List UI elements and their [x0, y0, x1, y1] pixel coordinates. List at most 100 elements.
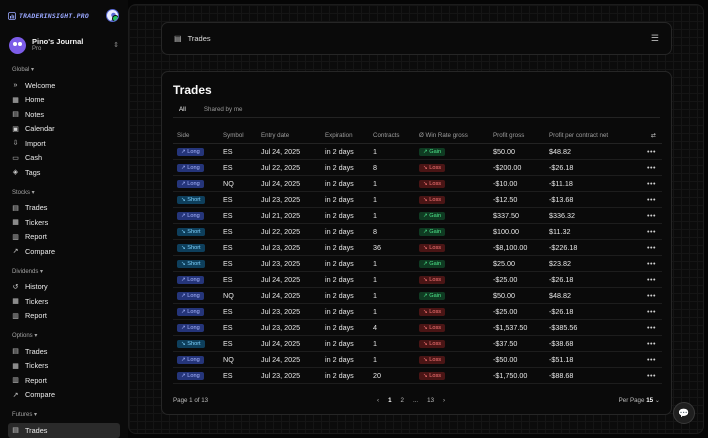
table-row[interactable]: ↘ Short ES Jul 24, 2025 in 2 days 1 ↘ Loss -$3…: [173, 335, 662, 352]
sidebar-item-notes[interactable]: ▤ Notes: [8, 107, 120, 122]
result-badge: ↘ Loss: [419, 196, 446, 204]
side-badge: ↘ Short: [177, 244, 205, 252]
cell-profit-gross: $50.00: [489, 143, 545, 160]
table-row[interactable]: ↗ Long ES Jul 21, 2025 in 2 days 1 ↗ Gain $337…: [173, 207, 662, 224]
sidebar-section-header[interactable]: Futures ▾: [0, 408, 128, 423]
cell-profit-gross: -$8,100.00: [489, 239, 545, 256]
cell-entry-date: Jul 21, 2025: [257, 207, 321, 224]
result-badge: ↗ Gain: [419, 212, 446, 220]
row-menu-icon[interactable]: •••: [635, 223, 662, 240]
table-row[interactable]: ↘ Short ES Jul 23, 2025 in 2 days 1 ↗ Gain $25…: [173, 255, 662, 272]
col-expiration[interactable]: Expiration: [321, 129, 369, 144]
sidebar-item-welcome[interactable]: » Welcome: [8, 78, 120, 93]
sidebar-item-calendar[interactable]: ▣ Calendar: [8, 122, 120, 137]
table-row[interactable]: ↗ Long NQ Jul 24, 2025 in 2 days 1 ↗ Gain $50.…: [173, 287, 662, 304]
row-menu-icon[interactable]: •••: [635, 207, 662, 224]
sidebar-item-history[interactable]: ↺ History: [8, 280, 120, 295]
col-win-rate[interactable]: Ø Win Rate gross: [415, 129, 489, 144]
per-page-select[interactable]: Per Page 15 ⌄: [619, 397, 660, 404]
col-symbol[interactable]: Symbol: [219, 129, 257, 144]
sidebar-item-compare[interactable]: ↗ Compare: [8, 388, 120, 403]
sidebar-item-tickers[interactable]: ▦ Tickers: [8, 215, 120, 230]
column-settings-icon[interactable]: ⇄: [635, 129, 662, 144]
row-menu-icon[interactable]: •••: [635, 255, 662, 272]
page-button[interactable]: 1: [388, 397, 391, 404]
cell-expiration: in 2 days: [321, 367, 369, 384]
row-menu-icon[interactable]: •••: [635, 239, 662, 256]
sidebar-section-header[interactable]: Dividends ▾: [0, 265, 128, 280]
cell-profit-per-contract: -$26.18: [545, 271, 635, 288]
table-row[interactable]: ↗ Long ES Jul 23, 2025 in 2 days 1 ↘ Loss -$25…: [173, 303, 662, 320]
chat-support-button[interactable]: 💬: [673, 402, 695, 424]
row-menu-icon[interactable]: •••: [635, 271, 662, 288]
table-row[interactable]: ↘ Short ES Jul 23, 2025 in 2 days 1 ↘ Loss -$1…: [173, 191, 662, 208]
sidebar-item-tickers[interactable]: ▦ Tickers: [8, 294, 120, 309]
sidebar-item-trades[interactable]: ▤ Trades: [8, 423, 120, 438]
page-indicator: Page 1 of 13: [173, 396, 209, 404]
journal-avatar: [9, 36, 26, 54]
sidebar-item-trades[interactable]: ▤ Trades: [8, 201, 120, 216]
row-menu-icon[interactable]: •••: [635, 303, 662, 320]
page-button[interactable]: 13: [427, 397, 434, 404]
table-row[interactable]: ↘ Short ES Jul 22, 2025 in 2 days 8 ↗ Gain $10…: [173, 223, 662, 240]
table-row[interactable]: ↗ Long ES Jul 23, 2025 in 2 days 4 ↘ Loss -$1,…: [173, 319, 662, 336]
sidebar-item-cash[interactable]: ▭ Cash: [8, 151, 120, 166]
trades-icon: ▤: [12, 348, 19, 356]
sidebar-item-compare[interactable]: ↗ Compare: [8, 244, 120, 259]
sidebar-item-home[interactable]: ▦ Home: [8, 93, 120, 108]
sidebar-item-label: Tickers: [25, 361, 49, 371]
sidebar-item-tags[interactable]: ◈ Tags: [8, 165, 120, 180]
sidebar-item-tickers[interactable]: ▦ Tickers: [8, 359, 120, 374]
per-page-label: Per Page: [618, 396, 645, 404]
col-profit-gross[interactable]: Profit gross: [489, 129, 545, 144]
journal-switcher[interactable]: Pino's Journal Pro ⇕: [9, 35, 119, 55]
cell-entry-date: Jul 23, 2025: [257, 255, 321, 272]
cell-symbol: NQ: [219, 287, 257, 304]
table-row[interactable]: ↗ Long ES Jul 22, 2025 in 2 days 8 ↘ Loss -$20…: [173, 159, 662, 176]
sidebar-item-report[interactable]: ▥ Report: [8, 373, 120, 388]
sidebar-item-label: Cash: [25, 153, 43, 163]
table-row[interactable]: ↗ Long ES Jul 23, 2025 in 2 days 20 ↘ Loss -$1…: [173, 367, 662, 384]
trades-title: Trades: [173, 83, 212, 97]
row-menu-icon[interactable]: •••: [635, 159, 662, 176]
filter-icon[interactable]: ☰: [651, 33, 659, 44]
chevron-left-icon[interactable]: ‹: [377, 397, 379, 404]
tabs-divider: [173, 117, 660, 118]
cell-symbol: NQ: [219, 351, 257, 368]
sidebar-section-header[interactable]: Options ▾: [0, 329, 128, 344]
row-menu-icon[interactable]: •••: [635, 191, 662, 208]
result-badge: ↘ Loss: [419, 180, 446, 188]
table-row[interactable]: ↗ Long ES Jul 24, 2025 in 2 days 1 ↘ Loss -$25…: [173, 271, 662, 288]
col-side[interactable]: Side: [173, 129, 219, 144]
sidebar-item-trades[interactable]: ▤ Trades: [8, 344, 120, 359]
table-row[interactable]: ↘ Short ES Jul 23, 2025 in 2 days 36 ↘ Loss -$…: [173, 239, 662, 256]
row-menu-icon[interactable]: •••: [635, 351, 662, 368]
side-badge: ↗ Long: [177, 372, 204, 380]
row-menu-icon[interactable]: •••: [635, 367, 662, 384]
table-row[interactable]: ↗ Long NQ Jul 24, 2025 in 2 days 1 ↘ Loss -$10…: [173, 175, 662, 192]
col-profit-per-contract[interactable]: Profit per contract net: [545, 129, 635, 144]
row-menu-icon[interactable]: •••: [635, 335, 662, 352]
chevron-right-icon[interactable]: ›: [443, 397, 445, 404]
sidebar-item-import[interactable]: ⇩ Import: [8, 136, 120, 151]
table-row[interactable]: ↗ Long ES Jul 24, 2025 in 2 days 1 ↗ Gain $50.…: [173, 143, 662, 160]
sidebar-section-header[interactable]: Stocks ▾: [0, 186, 128, 201]
row-menu-icon[interactable]: •••: [635, 143, 662, 160]
sidebar-item-report[interactable]: ▥ Report: [8, 230, 120, 245]
table-row[interactable]: ↗ Long NQ Jul 24, 2025 in 2 days 1 ↘ Loss -$50…: [173, 351, 662, 368]
brand-logo[interactable]: TRADERINSIGHT.PRO: [8, 10, 89, 22]
cell-win-rate: ↘ Loss: [415, 367, 489, 384]
sidebar-section-header[interactable]: Global ▾: [0, 63, 128, 78]
sidebar-item-report[interactable]: ▥ Report: [8, 309, 120, 324]
row-menu-icon[interactable]: •••: [635, 319, 662, 336]
row-menu-icon[interactable]: •••: [635, 175, 662, 192]
col-contracts[interactable]: Contracts: [369, 129, 415, 144]
cell-entry-date: Jul 22, 2025: [257, 159, 321, 176]
col-entry-date[interactable]: Entry date: [257, 129, 321, 144]
sidebar-item-label: Compare: [25, 246, 56, 256]
user-avatar[interactable]: [106, 9, 119, 22]
sidebar-nav: Global ▾ » Welcome ▦ Home ▤ Notes ▣ Calendar ⇩ Imp…: [0, 63, 128, 438]
page-button[interactable]: 2: [401, 397, 404, 404]
cell-win-rate: ↘ Loss: [415, 239, 489, 256]
row-menu-icon[interactable]: •••: [635, 287, 662, 304]
